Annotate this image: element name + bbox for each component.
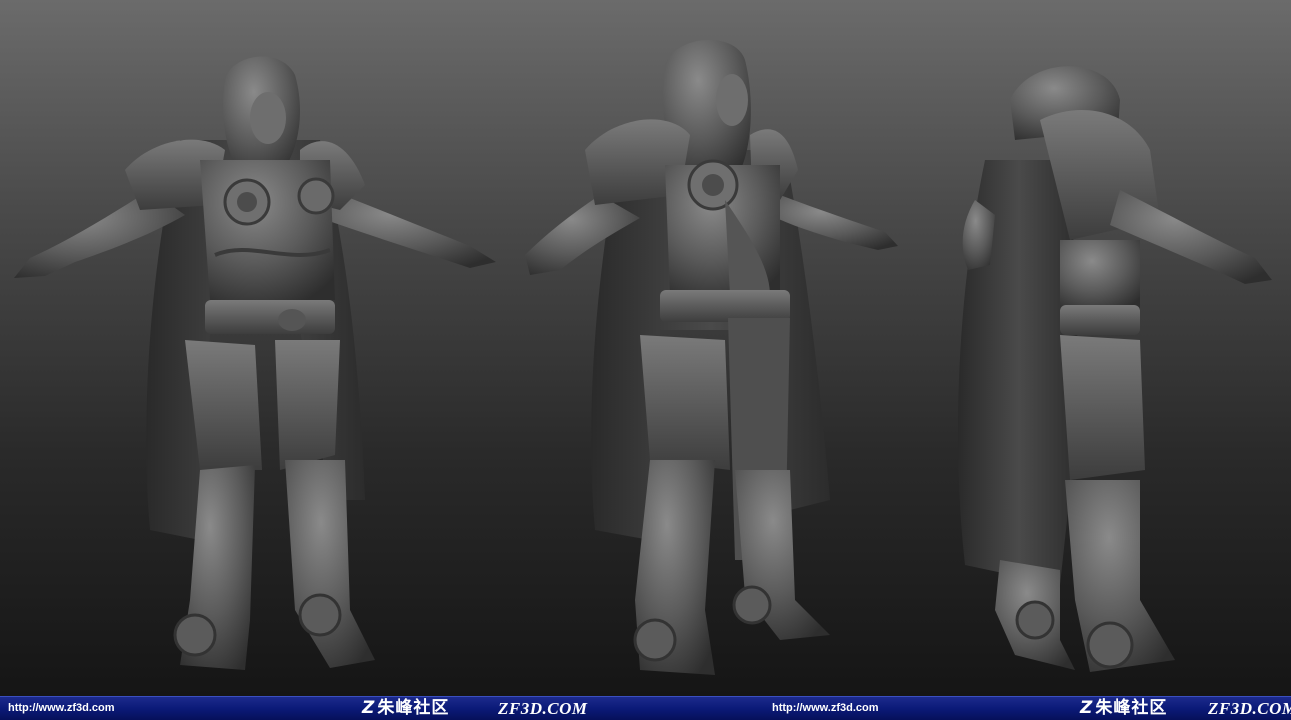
warrior-front-figure	[14, 56, 496, 670]
watermark-url-right: http://www.zf3d.com	[772, 702, 879, 714]
watermark-logo-right: Z 朱峰社区	[1080, 697, 1167, 720]
watermark-url-left: http://www.zf3d.com	[8, 702, 115, 714]
watermark-site-left: ZF3D.COM	[498, 699, 588, 718]
zf-logo-mark-icon: Z	[362, 698, 376, 718]
render-viewport	[0, 0, 1291, 696]
warrior-back-figure	[957, 66, 1272, 672]
watermark-site-right: ZF3D.COM	[1208, 699, 1291, 718]
character-renders	[14, 39, 1272, 675]
watermark-logo-text-left: 朱峰社区	[377, 698, 450, 718]
watermark-logo-left: Z 朱峰社区	[362, 697, 449, 720]
watermark-logo-text-right: 朱峰社区	[1095, 698, 1168, 718]
watermark-footer: http://www.zf3d.com Z 朱峰社区 ZF3D.COM http:…	[0, 696, 1291, 720]
warrior-cloth-figure	[525, 39, 898, 675]
zf-logo-mark-icon: Z	[1080, 698, 1094, 718]
